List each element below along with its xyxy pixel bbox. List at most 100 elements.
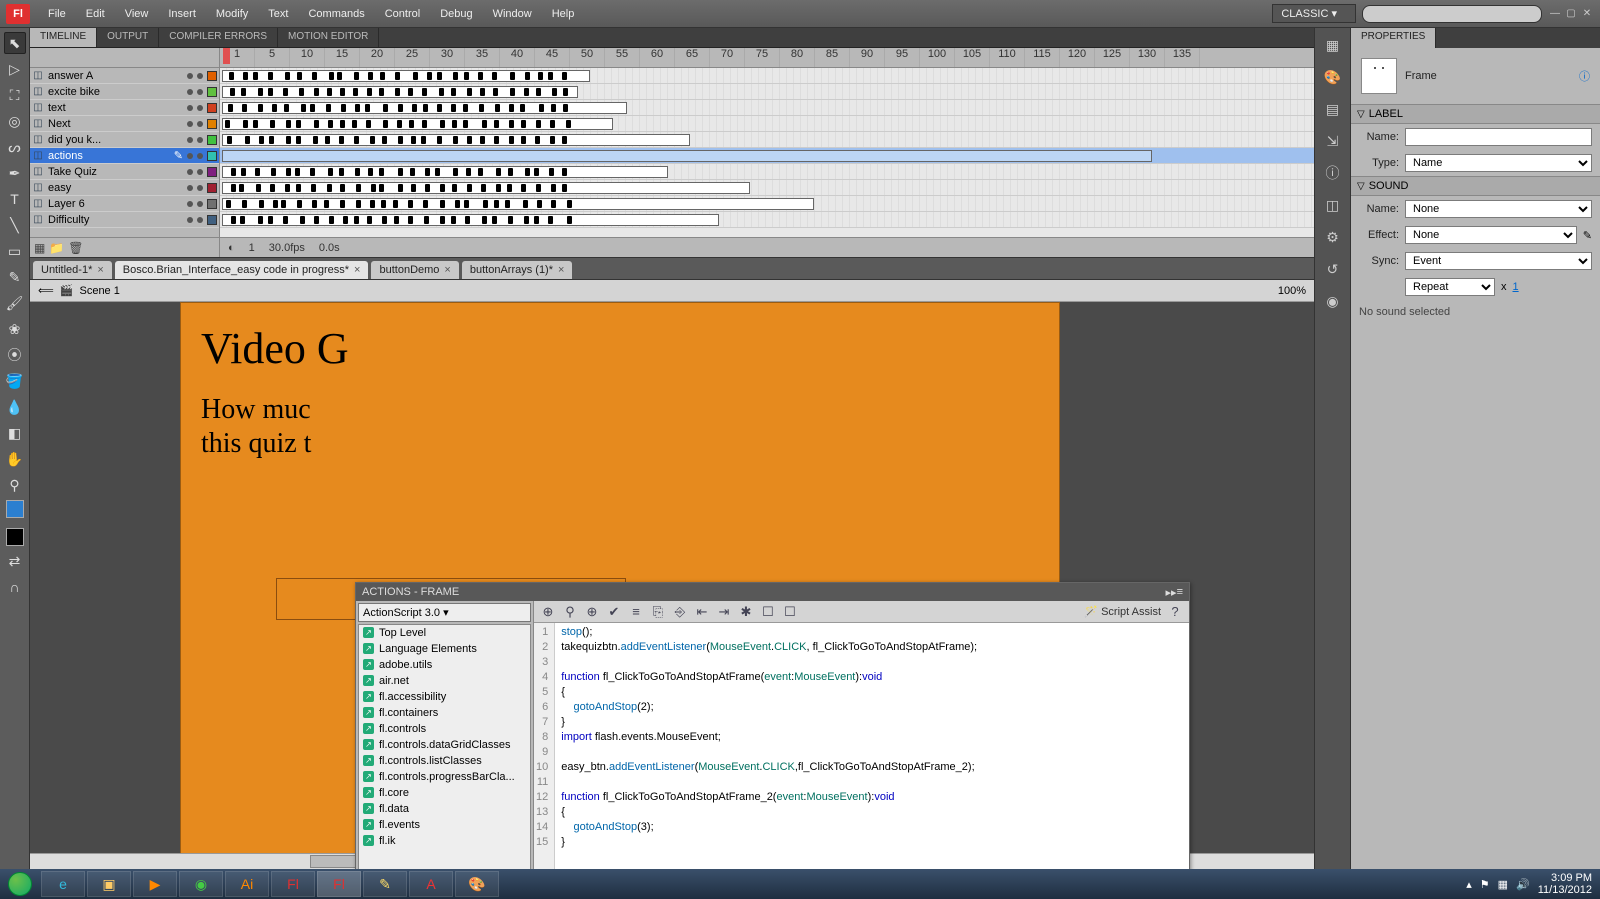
panel-tab-compiler-errors[interactable]: COMPILER ERRORS xyxy=(159,28,278,47)
sound-effect-select[interactable]: None xyxy=(1405,226,1577,244)
close-button[interactable]: ✕ xyxy=(1580,8,1594,20)
layer-row[interactable]: ◫text xyxy=(30,100,219,116)
playhead[interactable] xyxy=(223,48,230,64)
help-icon[interactable]: ? xyxy=(1167,604,1183,620)
outline-swatch[interactable] xyxy=(207,87,217,97)
library-icon[interactable]: ▦ xyxy=(1322,34,1344,56)
new-folder-button[interactable]: 📁 xyxy=(49,241,64,255)
sound-name-select[interactable]: None xyxy=(1405,200,1592,218)
package-item[interactable]: fl.controls.listClasses xyxy=(359,753,530,769)
expand-block-icon[interactable]: ⇥ xyxy=(716,604,732,620)
outline-swatch[interactable] xyxy=(207,119,217,129)
close-tab-icon[interactable]: × xyxy=(444,264,450,276)
lasso-tool[interactable]: ᔕ xyxy=(4,136,26,158)
panel-tab-motion-editor[interactable]: MOTION EDITOR xyxy=(278,28,379,47)
sound-repeat-select[interactable]: Repeat xyxy=(1405,278,1495,296)
document-tab[interactable]: buttonDemo× xyxy=(371,261,458,279)
transform-icon[interactable]: ◫ xyxy=(1322,194,1344,216)
outline-swatch[interactable] xyxy=(207,199,217,209)
layer-row[interactable]: ◫did you k... xyxy=(30,132,219,148)
collapse-icon[interactable]: ▸▸ xyxy=(1166,586,1177,599)
onion-skin-button[interactable]: ◐ xyxy=(228,242,235,254)
history-icon[interactable]: ↺ xyxy=(1322,258,1344,280)
menu-edit[interactable]: Edit xyxy=(76,4,115,24)
outline-swatch[interactable] xyxy=(207,135,217,145)
taskbar-paint[interactable]: 🎨 xyxy=(455,871,499,897)
swap-colors[interactable]: ⇄ xyxy=(4,550,26,572)
deco-tool[interactable]: ❀ xyxy=(4,318,26,340)
swatches-icon[interactable]: ▤ xyxy=(1322,98,1344,120)
layer-row[interactable]: ◫Layer 6 xyxy=(30,196,219,212)
pencil-tool[interactable]: ✎ xyxy=(4,266,26,288)
package-item[interactable]: fl.events xyxy=(359,817,530,833)
system-tray[interactable]: ▴ ⚑ ▦ 🔊 3:09 PM11/13/2012 xyxy=(1466,872,1600,896)
collapse-block-icon[interactable]: ⇤ xyxy=(694,604,710,620)
frame-row[interactable] xyxy=(220,148,1314,164)
frame-row[interactable] xyxy=(220,180,1314,196)
close-tab-icon[interactable]: × xyxy=(354,264,360,276)
taskbar-ie[interactable]: e xyxy=(41,871,85,897)
show-hide-icon[interactable]: ☐ xyxy=(782,604,798,620)
panel-menu-icon[interactable]: ≡ xyxy=(1177,586,1183,598)
package-list[interactable]: Top LevelLanguage Elementsadobe.utilsair… xyxy=(358,624,531,869)
document-tab[interactable]: Untitled-1*× xyxy=(33,261,112,279)
menu-text[interactable]: Text xyxy=(258,4,298,24)
uncomment-icon[interactable]: ☐ xyxy=(760,604,776,620)
target-icon[interactable]: ⊕ xyxy=(584,604,600,620)
debug-icon[interactable]: ⎆ xyxy=(672,604,688,620)
sound-sync-select[interactable]: Event xyxy=(1405,252,1592,270)
visibility-dot[interactable] xyxy=(187,73,193,79)
package-item[interactable]: air.net xyxy=(359,673,530,689)
package-item[interactable]: fl.containers xyxy=(359,705,530,721)
outline-swatch[interactable] xyxy=(207,183,217,193)
fill-color[interactable] xyxy=(6,528,24,546)
lock-dot[interactable] xyxy=(197,121,203,127)
rectangle-tool[interactable]: ▭ xyxy=(4,240,26,262)
visibility-dot[interactable] xyxy=(187,105,193,111)
line-tool[interactable]: ╲ xyxy=(4,214,26,236)
document-tab[interactable]: Bosco.Brian_Interface_easy code in progr… xyxy=(115,261,369,279)
lock-dot[interactable] xyxy=(197,153,203,159)
document-tab[interactable]: buttonArrays (1)*× xyxy=(462,261,573,279)
volume-icon[interactable]: 🔊 xyxy=(1516,878,1530,891)
taskbar-flash1[interactable]: Fl xyxy=(271,871,315,897)
frame-row[interactable] xyxy=(220,164,1314,180)
taskbar-explorer[interactable]: ▣ xyxy=(87,871,131,897)
network-icon[interactable]: ▦ xyxy=(1498,878,1508,891)
menu-control[interactable]: Control xyxy=(375,4,430,24)
close-tab-icon[interactable]: × xyxy=(97,264,103,276)
frame-row[interactable] xyxy=(220,100,1314,116)
outline-swatch[interactable] xyxy=(207,103,217,113)
script-assist-button[interactable]: 🪄 Script Assist xyxy=(1084,605,1161,618)
hand-tool[interactable]: ✋ xyxy=(4,448,26,470)
delete-layer-button[interactable]: 🗑 xyxy=(68,241,83,255)
layer-row[interactable]: ◫Difficulty xyxy=(30,212,219,228)
check-syntax-icon[interactable]: ✔ xyxy=(606,604,622,620)
lock-dot[interactable] xyxy=(197,89,203,95)
auto-format-icon[interactable]: ≡ xyxy=(628,604,644,620)
package-item[interactable]: fl.ik xyxy=(359,833,530,849)
taskbar-illustrator[interactable]: Ai xyxy=(225,871,269,897)
visibility-dot[interactable] xyxy=(187,201,193,207)
package-item[interactable]: Top Level xyxy=(359,625,530,641)
eraser-tool[interactable]: ◧ xyxy=(4,422,26,444)
back-button[interactable]: ⟸ xyxy=(38,284,54,297)
panel-tab-timeline[interactable]: TIMELINE xyxy=(30,28,97,47)
repeat-count[interactable]: 1 xyxy=(1513,281,1519,293)
snap-toggle[interactable]: ∩ xyxy=(4,576,26,598)
visibility-dot[interactable] xyxy=(187,137,193,143)
frame-row[interactable] xyxy=(220,84,1314,100)
layer-row[interactable]: ◫actions✎ xyxy=(30,148,219,164)
package-item[interactable]: fl.controls.progressBarCla... xyxy=(359,769,530,785)
package-item[interactable]: adobe.utils xyxy=(359,657,530,673)
text-tool[interactable]: T xyxy=(4,188,26,210)
tray-arrow-icon[interactable]: ▴ xyxy=(1466,878,1472,891)
visibility-dot[interactable] xyxy=(187,89,193,95)
lock-dot[interactable] xyxy=(197,185,203,191)
taskbar-acrobat[interactable]: A xyxy=(409,871,453,897)
minimize-button[interactable]: — xyxy=(1548,8,1562,20)
menu-insert[interactable]: Insert xyxy=(158,4,206,24)
layer-row[interactable]: ◫easy xyxy=(30,180,219,196)
3d-rotation-tool[interactable]: ◎ xyxy=(4,110,26,132)
lock-dot[interactable] xyxy=(197,105,203,111)
